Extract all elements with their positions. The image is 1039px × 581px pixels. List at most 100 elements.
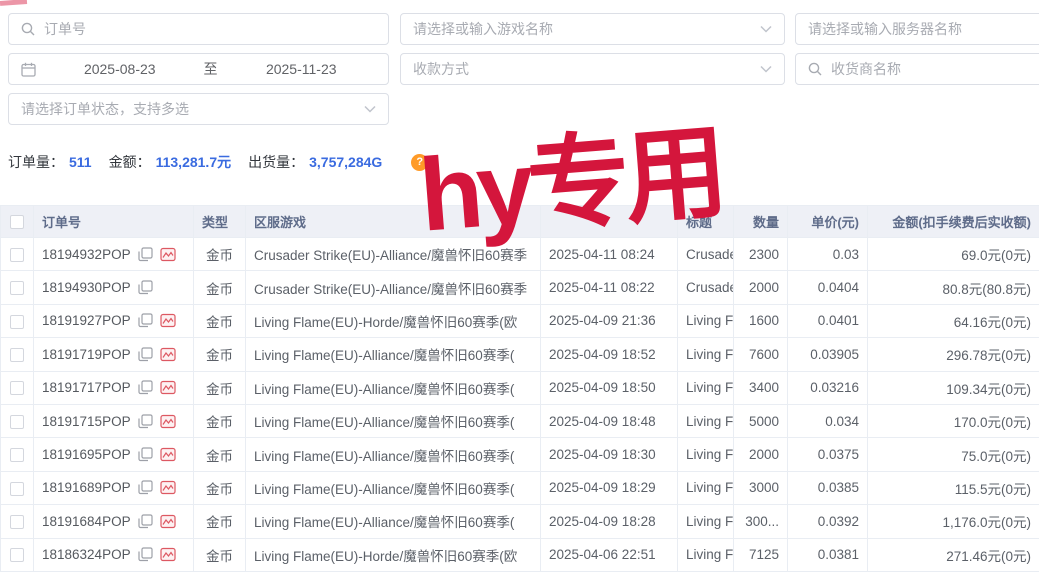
order-region: Living Flame(EU)-Alliance/魔兽怀旧60赛季( xyxy=(246,371,541,404)
order-amount: 115.5元(0元) xyxy=(868,471,1039,504)
header-type: 类型 xyxy=(194,206,246,238)
row-checkbox[interactable] xyxy=(10,482,24,496)
table-row: 18191684POP 金币 Living Flame(EU)-Alliance… xyxy=(1,505,1039,538)
order-quantity: 3400 xyxy=(734,371,788,404)
date-range-picker[interactable]: 2025-08-23 至 2025-11-23 xyxy=(8,53,389,85)
table-row: 18194930POP 金币 Crusader Strike(EU)-Allia… xyxy=(1,271,1039,304)
table-row: 18191695POP 金币 Living Flame(EU)-Alliance… xyxy=(1,438,1039,471)
order-id: 18186324POP xyxy=(42,547,131,562)
order-quantity: 7600 xyxy=(734,338,788,371)
order-unit-price: 0.0401 xyxy=(788,304,868,337)
copy-icon[interactable] xyxy=(138,547,153,562)
image-icon[interactable] xyxy=(160,514,176,529)
row-checkbox[interactable] xyxy=(10,315,24,329)
row-checkbox[interactable] xyxy=(10,448,24,462)
order-time: 2025-04-09 18:50 xyxy=(541,371,678,404)
header-time xyxy=(541,206,678,238)
table-row: 18191715POP 金币 Living Flame(EU)-Alliance… xyxy=(1,404,1039,437)
order-title: Living Fl xyxy=(678,505,734,538)
order-region: Living Flame(EU)-Alliance/魔兽怀旧60赛季( xyxy=(246,471,541,504)
order-id: 18191719POP xyxy=(42,347,131,362)
header-order-id: 订单号 xyxy=(34,206,194,238)
payment-method-select[interactable]: 收款方式 xyxy=(400,53,785,85)
order-amount: 296.78元(0元) xyxy=(868,338,1039,371)
order-unit-price: 0.0375 xyxy=(788,438,868,471)
order-region: Living Flame(EU)-Alliance/魔兽怀旧60赛季( xyxy=(246,438,541,471)
order-time: 2025-04-11 08:22 xyxy=(541,271,678,304)
row-checkbox[interactable] xyxy=(10,548,24,562)
image-icon[interactable] xyxy=(160,447,176,462)
calendar-icon xyxy=(21,62,36,77)
order-amount: 80.8元(80.8元) xyxy=(868,271,1039,304)
copy-icon[interactable] xyxy=(138,480,153,495)
order-type: 金币 xyxy=(194,238,246,271)
copy-icon[interactable] xyxy=(138,514,153,529)
table-row: 18194932POP 金币 Crusader Strike(EU)-Allia… xyxy=(1,238,1039,271)
stat-amount-label: 金额： xyxy=(109,152,151,172)
order-quantity: 3000 xyxy=(734,471,788,504)
image-icon[interactable] xyxy=(160,380,176,395)
table-row: 18191719POP 金币 Living Flame(EU)-Alliance… xyxy=(1,338,1039,371)
table-row: 18191717POP 金币 Living Flame(EU)-Alliance… xyxy=(1,371,1039,404)
merchant-name-input[interactable]: 收货商名称 xyxy=(795,53,1039,85)
image-icon[interactable] xyxy=(160,480,176,495)
date-start-value[interactable]: 2025-08-23 xyxy=(45,61,195,77)
orders-table: 订单号 类型 区服游戏 标题 数量 单价(元) 金额(扣手续费后实收额) 181… xyxy=(0,205,1039,572)
copy-icon[interactable] xyxy=(138,313,153,328)
copy-icon[interactable] xyxy=(138,280,153,295)
row-checkbox[interactable] xyxy=(10,381,24,395)
chevron-down-icon xyxy=(760,65,772,73)
order-title: Living Fl xyxy=(678,404,734,437)
stat-shipment: 出货量： 3,757,284G xyxy=(248,152,382,172)
order-quantity: 2000 xyxy=(734,271,788,304)
image-icon[interactable] xyxy=(160,547,176,562)
row-checkbox[interactable] xyxy=(10,415,24,429)
order-title: Living Fl xyxy=(678,371,734,404)
order-amount: 69.0元(0元) xyxy=(868,238,1039,271)
order-id: 18191717POP xyxy=(42,380,131,395)
stat-shipment-value: 3,757,284G xyxy=(309,154,382,170)
order-status-placeholder: 请选择订单状态，支持多选 xyxy=(21,99,189,119)
copy-icon[interactable] xyxy=(138,347,153,362)
image-icon[interactable] xyxy=(160,347,176,362)
order-status-select[interactable]: 请选择订单状态，支持多选 xyxy=(8,93,389,125)
server-name-select[interactable]: 请选择或输入服务器名称 xyxy=(795,13,1039,45)
order-unit-price: 0.03905 xyxy=(788,338,868,371)
select-all-checkbox[interactable] xyxy=(10,215,24,229)
image-icon[interactable] xyxy=(160,247,176,262)
image-icon[interactable] xyxy=(160,313,176,328)
order-type: 金币 xyxy=(194,338,246,371)
order-type: 金币 xyxy=(194,471,246,504)
payment-method-placeholder: 收款方式 xyxy=(413,59,469,79)
order-unit-price: 0.0381 xyxy=(788,538,868,571)
order-time: 2025-04-09 18:52 xyxy=(541,338,678,371)
header-quantity: 数量 xyxy=(734,206,788,238)
image-icon[interactable] xyxy=(160,414,176,429)
order-type: 金币 xyxy=(194,505,246,538)
stat-order-count: 订单量： 511 xyxy=(8,152,92,172)
copy-icon[interactable] xyxy=(138,380,153,395)
order-title: Living Fl xyxy=(678,471,734,504)
question-mark-icon[interactable]: ? xyxy=(411,154,428,171)
row-checkbox[interactable] xyxy=(10,248,24,262)
row-checkbox[interactable] xyxy=(10,281,24,295)
stat-amount: 金额： 113,281.7元 xyxy=(109,152,232,172)
date-end-value[interactable]: 2025-11-23 xyxy=(227,61,377,77)
merchant-name-placeholder: 收货商名称 xyxy=(831,59,901,79)
order-unit-price: 0.0385 xyxy=(788,471,868,504)
chevron-down-icon xyxy=(760,25,772,33)
copy-icon[interactable] xyxy=(138,247,153,262)
chevron-down-icon xyxy=(364,105,376,113)
copy-icon[interactable] xyxy=(138,414,153,429)
row-checkbox[interactable] xyxy=(10,348,24,362)
order-time: 2025-04-06 22:51 xyxy=(541,538,678,571)
game-name-select[interactable]: 请选择或输入游戏名称 xyxy=(400,13,785,45)
summary-stats: 订单量： 511 金额： 113,281.7元 出货量： 3,757,284G … xyxy=(8,152,428,172)
row-checkbox[interactable] xyxy=(10,515,24,529)
order-number-placeholder: 订单号 xyxy=(44,19,86,39)
header-region: 区服游戏 xyxy=(246,206,541,238)
order-number-input[interactable]: 订单号 xyxy=(8,13,389,45)
copy-icon[interactable] xyxy=(138,447,153,462)
search-icon xyxy=(808,62,822,76)
stat-shipment-label: 出货量： xyxy=(248,152,304,172)
